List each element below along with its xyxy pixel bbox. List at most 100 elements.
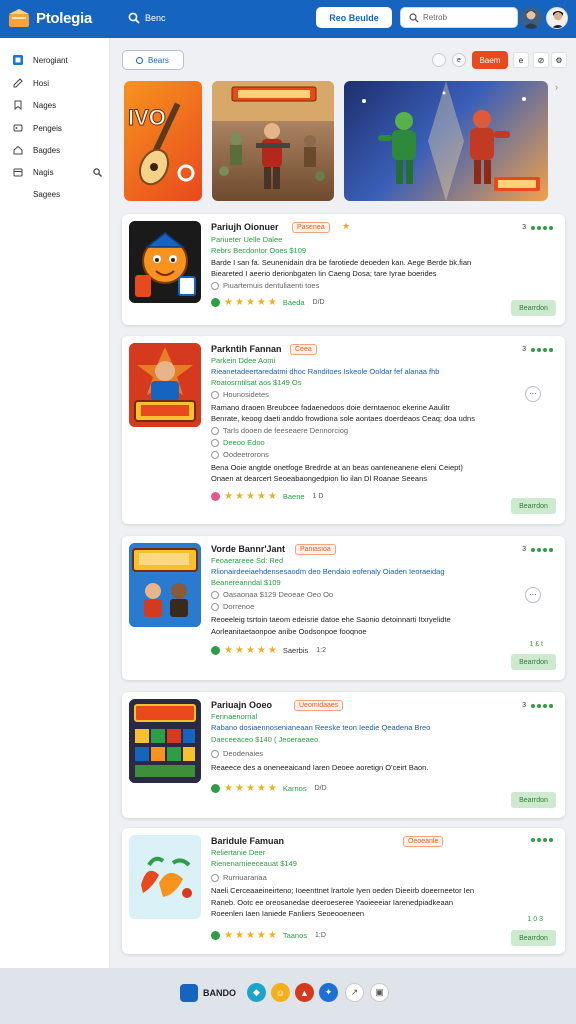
app-thumbnail[interactable] (129, 543, 201, 627)
star-icon: ★ (267, 645, 277, 656)
star-icon: ★ (245, 645, 255, 656)
rating-count: D/D (314, 785, 327, 792)
app-thumbnail[interactable] (129, 343, 201, 427)
app-card[interactable]: Baridule Famuan Reliertanie Deer Rienena… (122, 828, 565, 954)
sidebar-item-bagdes[interactable]: Bagdes (0, 140, 110, 160)
top-search-label[interactable]: Benc (145, 13, 166, 23)
top-search-input[interactable]: Retrob (400, 7, 518, 28)
install-button[interactable]: Bearrdon (511, 930, 556, 946)
star-icon: ★ (267, 783, 277, 794)
logo-icon (9, 9, 29, 27)
star-icon: ★ (256, 930, 266, 941)
install-button[interactable]: Bearrdon (511, 792, 556, 808)
banner-image[interactable] (212, 81, 334, 201)
shield-icon (211, 439, 219, 448)
app-line: Reliertanie Deer (211, 848, 266, 857)
install-button[interactable]: Bearrdon (511, 654, 556, 670)
sidebar-item-label: Hosi (33, 78, 50, 88)
app-shortcut-icon[interactable]: ↗ (345, 983, 364, 1002)
install-button[interactable]: Bearrdon (511, 300, 556, 316)
more-options-button[interactable]: ⋯ (525, 386, 541, 402)
circle-icon (136, 56, 143, 64)
search-icon[interactable] (128, 12, 140, 24)
dots-label: 3 (522, 224, 526, 231)
verified-icon (211, 492, 220, 501)
app-tag: Pasenea (292, 222, 330, 233)
options-button[interactable]: e (452, 53, 466, 67)
sort-button[interactable]: e (513, 52, 529, 68)
sidebar-item-hosi[interactable]: Hosi (0, 73, 110, 93)
sidebar-item-sagees[interactable]: Sagees (0, 184, 110, 204)
verified-icon (211, 931, 220, 940)
app-shortcut-icon[interactable]: ☺ (271, 983, 290, 1002)
star-icon: ★ (256, 783, 266, 794)
star-icon: ★ (245, 930, 255, 941)
app-line: Parkein Ddee Aomi (211, 356, 276, 365)
app-thumbnail[interactable] (129, 699, 201, 783)
app-rating: ★ ★ ★ ★ ★ Saerbis 1:2 (211, 645, 327, 656)
app-tag: Oeoeanle (403, 836, 444, 847)
install-button[interactable]: Bearrdon (511, 498, 556, 514)
app-title[interactable]: Baridule Famuan (211, 836, 284, 846)
folder-icon (211, 591, 219, 600)
avatar[interactable] (520, 7, 542, 29)
folder-icon (211, 427, 219, 436)
sidebar-item-label: Sagees (33, 189, 61, 199)
app-title[interactable]: Pariuajn Ooeo (211, 700, 272, 710)
app-card[interactable]: Pariuajn Ooeo Ueomidaaes 3 Ferinaenorria… (122, 692, 565, 818)
top-action-button[interactable]: Reo Beulde (316, 7, 392, 28)
app-card[interactable]: Pariujh Oionuer Pasenea ★ 3 Pariueter Ue… (122, 214, 565, 325)
filter-button[interactable]: Bears (122, 50, 184, 70)
app-thumbnail[interactable] (129, 221, 201, 303)
info-icon (211, 603, 219, 612)
app-line: Deodenaies (211, 749, 263, 759)
chevron-right-icon[interactable]: › (555, 82, 558, 92)
link-icon (211, 451, 219, 460)
app-title[interactable]: Parkntih Fannan (211, 344, 282, 354)
primary-action-button[interactable]: Baem (472, 51, 508, 69)
dots-label: 3 (522, 702, 526, 709)
more-options-button[interactable]: ⋯ (525, 587, 541, 603)
search-input-text: Retrob (423, 13, 448, 22)
block-button[interactable]: ⊘ (533, 52, 549, 68)
app-line: Roatosrntilsat aos $149 Os (211, 378, 302, 387)
banner-image[interactable] (344, 81, 548, 201)
app-shortcut-icon[interactable]: ✦ (319, 983, 338, 1002)
app-card[interactable]: Vorde Bannr'Jant Paniasioa 3 Feoaerareee… (122, 536, 565, 680)
settings-button[interactable]: ⚙ (551, 52, 567, 68)
app-tag: Paniasioa (295, 544, 336, 555)
app-line: Bena Ooie angtde onetfoge Bredrde at an … (211, 463, 463, 472)
app-card[interactable]: Parkntih Fannan Ceea 3 Parkein Ddee Aomi… (122, 336, 565, 524)
app-line: Aorleanitaetaonpoe anibe Oodsonpoe fooqn… (211, 627, 367, 636)
quality-dots (531, 838, 553, 842)
star-icon: ★ (245, 297, 255, 308)
app-title[interactable]: Pariujh Oionuer (211, 222, 279, 232)
rating-count: 1:2 (316, 647, 327, 654)
quality-dots: 3 (522, 346, 553, 353)
star-icon: ★ (224, 783, 233, 794)
app-thumbnail[interactable] (129, 835, 201, 919)
app-shortcut-icon[interactable]: ◆ (247, 983, 266, 1002)
footer-logo-icon[interactable] (180, 984, 198, 1002)
svg-text:IVO: IVO (128, 105, 166, 130)
toggle-button[interactable] (432, 53, 446, 67)
app-line: Oasaonaa $129 Deoeae Oeo Oo (211, 590, 333, 600)
app-line: Ramano draoen Breubcee fadaenedoos doie … (211, 403, 450, 412)
banner-image[interactable]: IVO (124, 81, 202, 201)
side-count: 1 £ t (529, 641, 543, 648)
search-icon[interactable] (93, 167, 102, 177)
app-title[interactable]: Vorde Bannr'Jant (211, 544, 285, 554)
app-line: Reaeece des a oneneeaicand Iaren Deoee a… (211, 763, 429, 772)
app-line: Piuartemuis dentuliaenti toes (211, 281, 319, 291)
app-logo-text[interactable]: Ptolegia (36, 10, 92, 27)
sidebar-item-navigation[interactable]: Nerogiant (0, 50, 110, 70)
sidebar-item-nagis[interactable]: Nagis (0, 162, 110, 182)
app-shortcut-icon[interactable]: ▲ (295, 983, 314, 1002)
avatar[interactable] (546, 7, 568, 29)
sidebar-item-pengeis[interactable]: Pengeis (0, 118, 110, 138)
sidebar-item-nages[interactable]: Nages (0, 95, 110, 115)
app-line: Rieanetadeertaredatmi dhoc Randitoes Isk… (211, 367, 440, 376)
app-shortcut-icon[interactable]: ▣ (370, 983, 389, 1002)
app-line: Rienenarnieeceauat $149 (211, 859, 297, 868)
star-icon: ★ (256, 491, 266, 502)
